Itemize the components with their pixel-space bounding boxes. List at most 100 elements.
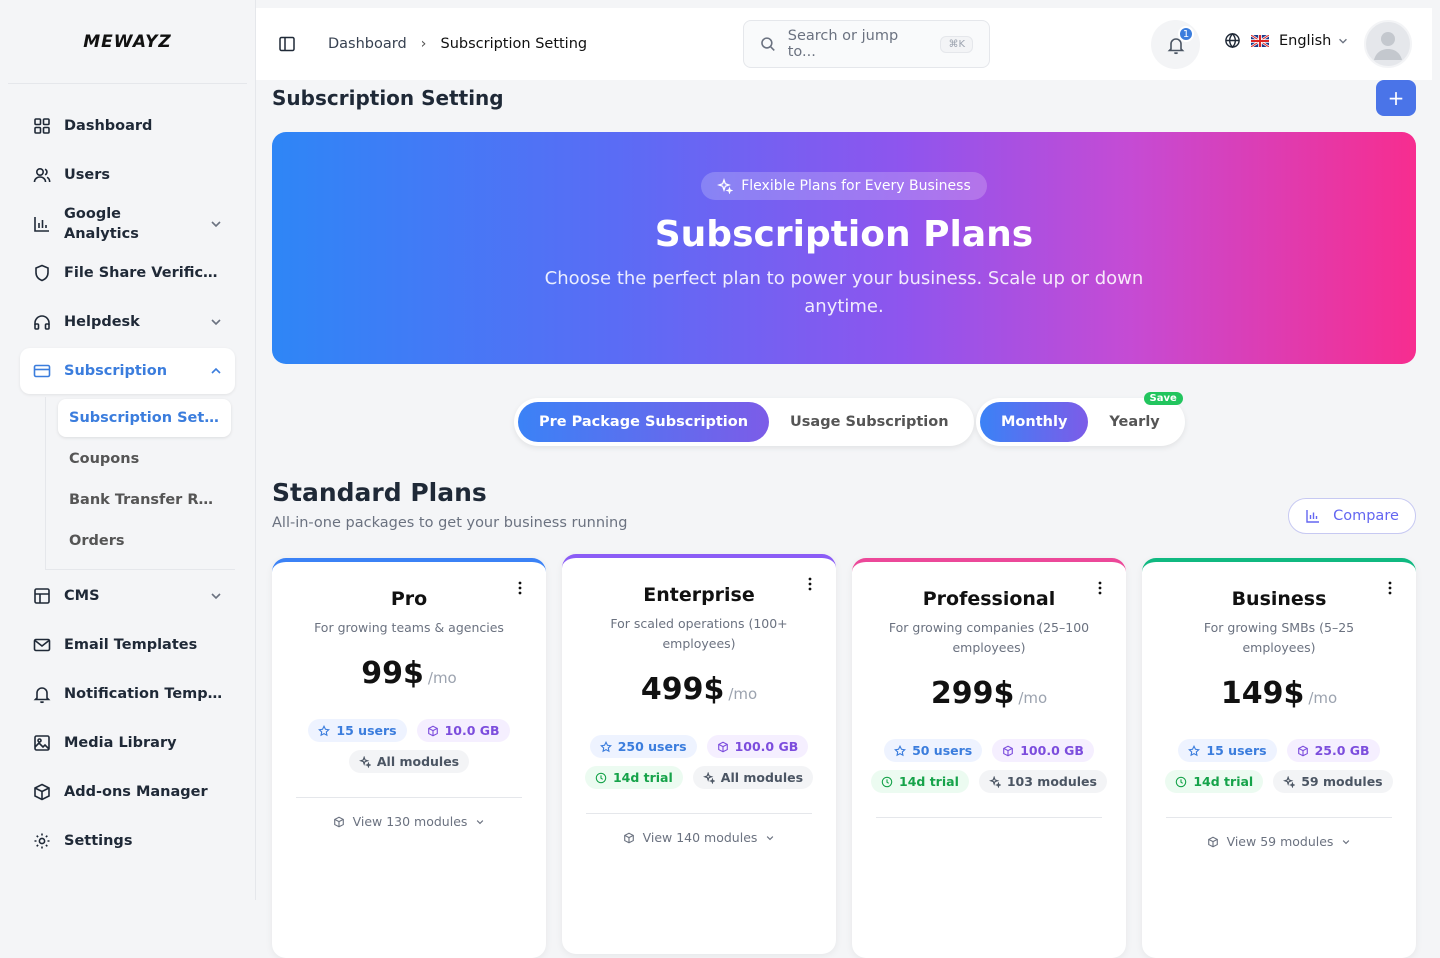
storage-chip: 100.0 GB bbox=[706, 735, 809, 758]
box-icon bbox=[1297, 745, 1309, 757]
breadcrumb-dashboard[interactable]: Dashboard bbox=[328, 36, 407, 52]
box-icon bbox=[1002, 745, 1014, 757]
sidebar-item-label: Helpdesk bbox=[64, 314, 140, 330]
subnav-label: Orders bbox=[69, 533, 125, 549]
users-chip: 15 users bbox=[308, 719, 407, 742]
tab-pre-package[interactable]: Pre Package Subscription bbox=[518, 402, 770, 442]
sidebar-item-file-share[interactable]: File Share Verifica... bbox=[20, 250, 235, 296]
main-content: Subscription Setting + Flexible Plans fo… bbox=[272, 80, 1416, 958]
plan-price-period: /mo bbox=[427, 669, 457, 687]
sidebar-item-dashboard[interactable]: Dashboard bbox=[20, 103, 235, 149]
tab-yearly[interactable]: Yearly Save bbox=[1088, 392, 1183, 442]
user-avatar[interactable] bbox=[1364, 20, 1412, 68]
view-modules-toggle[interactable]: View 140 modules bbox=[562, 830, 836, 845]
sidebar-item-media-library[interactable]: Media Library bbox=[20, 720, 235, 766]
tab-usage[interactable]: Usage Subscription bbox=[769, 402, 970, 442]
box-icon bbox=[1207, 836, 1219, 848]
gear-icon bbox=[34, 833, 50, 849]
plan-card[interactable]: Pro For growing teams & agencies 99$/mo … bbox=[272, 558, 546, 958]
tab-monthly[interactable]: Monthly bbox=[980, 402, 1089, 442]
sidebar-item-email-templates[interactable]: Email Templates bbox=[20, 622, 235, 668]
box-icon bbox=[717, 741, 729, 753]
storage-chip: 100.0 GB bbox=[992, 739, 1094, 762]
page-title: Subscription Setting bbox=[272, 86, 504, 110]
plan-card[interactable]: Business For growing SMBs (5–25 employee… bbox=[1142, 558, 1416, 958]
top-header: Dashboard › Subscription Setting Search … bbox=[256, 8, 1432, 80]
card-divider bbox=[1166, 817, 1392, 818]
sparkles-icon bbox=[717, 178, 734, 194]
subnav-subscription-setting[interactable]: Subscription Sett... bbox=[58, 399, 231, 437]
plan-description: For growing SMBs (5–25 employees) bbox=[1203, 620, 1355, 655]
user-avatar-icon bbox=[1374, 32, 1402, 60]
sidebar-item-addons-manager[interactable]: Add-ons Manager bbox=[20, 769, 235, 815]
star-icon bbox=[599, 740, 612, 753]
more-options-icon[interactable] bbox=[802, 576, 818, 592]
chevron-down-icon bbox=[477, 819, 484, 824]
view-modules-toggle[interactable]: View 59 modules bbox=[1142, 834, 1416, 849]
sidebar-toggle-icon[interactable] bbox=[278, 35, 296, 53]
box-icon bbox=[427, 725, 439, 737]
storage-chip: 10.0 GB bbox=[416, 719, 510, 742]
more-options-icon[interactable] bbox=[1092, 580, 1108, 596]
trial-chip: 14d trial bbox=[584, 766, 683, 789]
plan-price-value: 99$ bbox=[361, 656, 424, 691]
more-options-icon[interactable] bbox=[512, 580, 528, 596]
sidebar-item-cms[interactable]: CMS bbox=[20, 573, 235, 619]
grid-icon bbox=[34, 118, 50, 134]
hero-subtitle: Choose the perfect plan to power your bu… bbox=[544, 268, 1144, 317]
clock-icon bbox=[881, 776, 893, 788]
view-modules-toggle[interactable]: View 130 modules bbox=[272, 814, 546, 829]
star-icon bbox=[1188, 744, 1201, 757]
add-plan-button[interactable]: + bbox=[1376, 80, 1416, 116]
notifications-button[interactable]: 1 bbox=[1151, 20, 1200, 69]
subnav-coupons[interactable]: Coupons bbox=[58, 440, 231, 478]
users-chip-label: 15 users bbox=[1206, 743, 1267, 758]
plan-features: 250 users 100.0 GB 14d trial All modules bbox=[578, 735, 820, 789]
sidebar-item-notification-templates[interactable]: Notification Templ... bbox=[20, 671, 235, 717]
billing-period-toggle: Monthly Yearly Save bbox=[976, 392, 1185, 446]
plan-price: 99$/mo bbox=[272, 656, 546, 691]
sidebar-item-google-analytics[interactable]: Google Analytics bbox=[20, 201, 235, 247]
search-shortcut: ⌘K bbox=[940, 35, 973, 53]
plan-features: 15 users 10.0 GB All modules bbox=[288, 719, 530, 773]
modules-chip: 59 modules bbox=[1273, 770, 1393, 793]
more-options-icon[interactable] bbox=[1382, 580, 1398, 596]
image-icon bbox=[34, 735, 50, 751]
card-divider bbox=[876, 817, 1102, 818]
hero-title: Subscription Plans bbox=[654, 214, 1034, 255]
chevron-up-icon bbox=[211, 367, 221, 374]
users-chip-label: 15 users bbox=[336, 723, 397, 738]
storage-chip-label: 100.0 GB bbox=[1020, 743, 1084, 758]
brand-logo[interactable]: MEWAYZ bbox=[8, 0, 247, 84]
search-input[interactable]: Search or jump to... ⌘K bbox=[743, 20, 990, 68]
modules-chip-label: 103 modules bbox=[1006, 774, 1097, 789]
sidebar-item-label: Subscription bbox=[64, 363, 168, 379]
compare-button[interactable]: Compare bbox=[1288, 498, 1416, 534]
subscription-type-toggle: Pre Package Subscription Usage Subscript… bbox=[514, 398, 974, 446]
sidebar-item-subscription[interactable]: Subscription bbox=[20, 348, 235, 394]
clock-icon bbox=[595, 772, 607, 784]
subnav-orders[interactable]: Orders bbox=[58, 522, 231, 560]
users-chip: 15 users bbox=[1178, 739, 1277, 762]
sidebar-item-helpdesk[interactable]: Helpdesk bbox=[20, 299, 235, 345]
trial-chip-label: 14d trial bbox=[612, 770, 673, 785]
language-selector[interactable]: English bbox=[1224, 32, 1349, 49]
plan-price: 299$/mo bbox=[852, 676, 1126, 711]
sidebar-item-users[interactable]: Users bbox=[20, 152, 235, 198]
sidebar-item-label: CMS bbox=[64, 588, 100, 604]
box-icon bbox=[623, 832, 635, 844]
modules-chip-label: All modules bbox=[376, 754, 460, 769]
plan-price-period: /mo bbox=[1018, 689, 1048, 707]
plan-card[interactable]: Enterprise For scaled operations (100+ e… bbox=[562, 554, 836, 954]
sidebar: MEWAYZ Dashboard Users Google Analytics … bbox=[0, 0, 256, 900]
section-title: Standard Plans bbox=[272, 478, 487, 507]
modules-chip: 103 modules bbox=[978, 770, 1107, 793]
clock-icon bbox=[1175, 776, 1187, 788]
bar-chart-icon bbox=[1306, 510, 1320, 523]
sidebar-item-settings[interactable]: Settings bbox=[20, 818, 235, 864]
modules-chip-label: All modules bbox=[720, 770, 804, 785]
plan-price-value: 299$ bbox=[930, 676, 1015, 711]
subnav-bank-transfer[interactable]: Bank Transfer Re... bbox=[58, 481, 231, 519]
subscription-submenu: Subscription Sett... Coupons Bank Transf… bbox=[45, 397, 235, 570]
plan-card[interactable]: Professional For growing companies (25–1… bbox=[852, 558, 1126, 958]
